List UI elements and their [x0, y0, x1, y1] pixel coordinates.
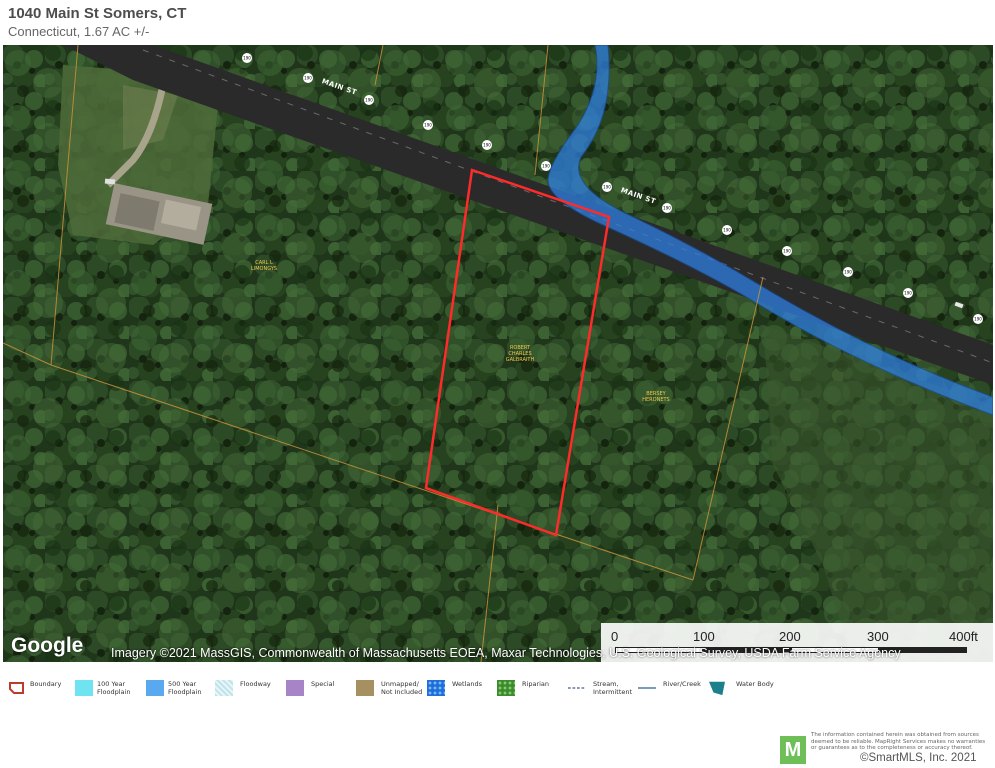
legend-item-stream-intermittent: Stream, Intermittent — [568, 676, 638, 706]
riparian-swatch-icon — [497, 680, 515, 696]
legend-label: 100 Year Floodplain — [97, 680, 131, 696]
route-shield-text: 190 — [243, 56, 251, 61]
route-shield-text: 190 — [974, 317, 982, 322]
imagery-attribution: Imagery ©2021 MassGIS, Commonwealth of M… — [111, 646, 901, 660]
solid-line-icon — [638, 687, 656, 689]
legend-item-unmapped: Unmapped/ Not Included — [356, 676, 428, 706]
map-canvas: 190 190 190 190 190 190 190 190 190 190 … — [3, 45, 993, 662]
disclaimer-text: The information contained herein was obt… — [811, 732, 986, 751]
legend-label: Boundary — [30, 680, 62, 688]
map-legend: Boundary 100 Year Floodplain 500 Year Fl… — [0, 676, 995, 706]
route-shield-text: 190 — [365, 98, 373, 103]
legend-item-river-creek: River/Creek — [638, 676, 708, 706]
route-shield-text: 190 — [304, 76, 312, 81]
legend-label: Riparian — [522, 680, 550, 688]
special-swatch-icon — [286, 680, 304, 696]
legend-item-500-year-floodplain: 500 Year Floodplain — [146, 676, 216, 706]
scale-label-200: 200 — [779, 629, 801, 644]
route-shield-text: 190 — [542, 164, 550, 169]
route-shield-text: 190 — [483, 143, 491, 148]
water-body-icon — [709, 681, 725, 696]
dashed-line-icon — [568, 687, 586, 689]
wetlands-swatch-icon — [427, 680, 445, 696]
legend-label: Stream, Intermittent — [593, 680, 633, 696]
route-shield-text: 190 — [663, 206, 671, 211]
legend-label: Water Body — [736, 680, 774, 688]
property-subtitle: Connecticut, 1.67 AC +/- — [8, 24, 150, 39]
owner-label-robert: ROBERT CHARLES GALBRAITH — [505, 345, 535, 363]
legend-item-special: Special — [286, 676, 356, 706]
legend-item-boundary: Boundary — [8, 676, 72, 706]
copyright-text: ©SmartMLS, Inc. 2021 — [860, 752, 977, 764]
route-shield-text: 190 — [844, 270, 852, 275]
scale-label-300: 300 — [867, 629, 889, 644]
legend-label: Floodway — [240, 680, 271, 688]
legend-label: Wetlands — [452, 680, 483, 688]
legend-item-floodway: Floodway — [215, 676, 285, 706]
route-shield-text: 190 — [424, 123, 432, 128]
boundary-icon — [9, 682, 24, 694]
legend-label: Special — [311, 680, 335, 688]
route-shield-text: 190 — [723, 228, 731, 233]
legend-item-100-year-floodplain: 100 Year Floodplain — [75, 676, 145, 706]
google-logo: Google — [11, 634, 84, 657]
mapright-logo-icon: M — [780, 736, 806, 764]
scale-label-0: 0 — [611, 629, 619, 644]
scale-label-400: 400ft — [949, 629, 978, 644]
legend-label: River/Creek — [663, 680, 701, 688]
satellite-map[interactable]: 190 190 190 190 190 190 190 190 190 190 … — [3, 45, 993, 662]
legend-item-water-body: Water Body — [708, 676, 788, 706]
legend-item-riparian: Riparian — [497, 676, 567, 706]
scale-label-100: 100 — [693, 629, 715, 644]
owner-label-bersey: BERSEY HERONETS — [642, 391, 670, 403]
route-shield-text: 190 — [904, 291, 912, 296]
route-shield-text: 190 — [783, 249, 791, 254]
legend-item-wetlands: Wetlands — [427, 676, 497, 706]
unmapped-swatch-icon — [356, 680, 374, 696]
floodway-swatch-icon — [215, 680, 233, 696]
owner-label-carl: CARL L LIMONGYS — [250, 260, 278, 272]
route-shield-text: 190 — [603, 185, 611, 190]
car — [104, 178, 116, 185]
page-header: 1040 Main St Somers, CT Connecticut, 1.6… — [0, 0, 995, 44]
legend-label: Unmapped/ Not Included — [381, 680, 423, 696]
property-title: 1040 Main St Somers, CT — [8, 5, 187, 22]
legend-label: 500 Year Floodplain — [168, 680, 202, 696]
floodplain-100-swatch-icon — [75, 680, 93, 696]
floodplain-500-swatch-icon — [146, 680, 164, 696]
